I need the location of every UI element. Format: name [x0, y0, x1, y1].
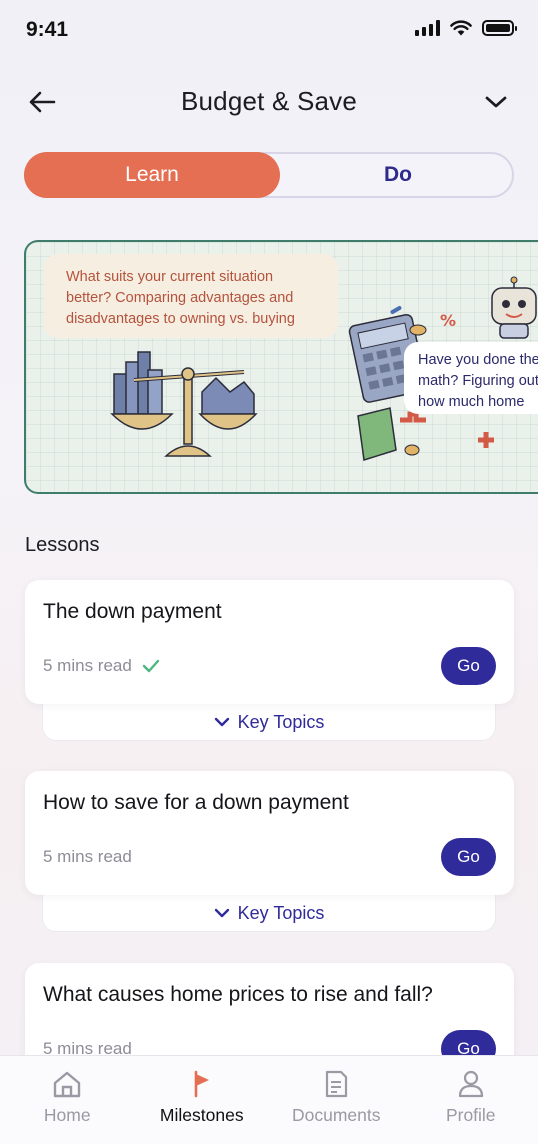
lessons-heading: Lessons — [25, 534, 100, 556]
nav-item-documents[interactable]: Documents — [269, 1056, 404, 1144]
tab-learn[interactable]: Learn — [24, 152, 280, 198]
read-time: 5 mins read — [43, 847, 132, 866]
chevron-down-icon — [214, 717, 229, 727]
chevron-down-icon — [214, 908, 229, 918]
key-topics-toggle[interactable]: Key Topics — [42, 704, 496, 741]
nav-label: Documents — [291, 1105, 381, 1125]
page-title: Budget & Save — [180, 86, 358, 116]
svg-text:%: % — [440, 311, 456, 330]
key-topics-label: Key Topics — [237, 711, 325, 732]
document-icon — [326, 1070, 348, 1098]
header: Budget & Save — [0, 75, 538, 129]
bottom-navigation: Home Milestones Documents Profile — [0, 1055, 538, 1144]
lesson-title: The down payment — [43, 600, 222, 623]
banner-card-text: Have you done the math? Figuring out how… — [404, 342, 538, 414]
nav-item-profile[interactable]: Profile — [404, 1056, 538, 1144]
expand-menu-button[interactable] — [476, 85, 516, 119]
status-bar: 9:41 — [0, 0, 538, 60]
lesson-meta: 5 mins read — [43, 847, 132, 867]
go-button[interactable]: Go — [441, 838, 496, 876]
lesson-title: What causes home prices to rise and fall… — [43, 983, 433, 1006]
flag-icon — [194, 1070, 209, 1098]
nav-label: Milestones — [159, 1105, 244, 1125]
status-icons — [415, 20, 517, 36]
lesson-card[interactable]: How to save for a down payment 5 mins re… — [25, 771, 514, 895]
home-icon — [54, 1071, 81, 1098]
banner-card-text: What suits your current situation better… — [44, 254, 338, 338]
plus-decoration-icon — [478, 432, 494, 448]
status-time: 9:41 — [26, 18, 69, 41]
tab-do[interactable]: Do — [280, 152, 516, 198]
key-topics-label: Key Topics — [237, 902, 325, 923]
key-topics-toggle[interactable]: Key Topics — [42, 895, 496, 932]
lesson-meta: 5 mins read — [43, 656, 160, 676]
chevron-down-icon — [485, 96, 507, 108]
lesson-title: How to save for a down payment — [43, 791, 349, 814]
read-time: 5 mins read — [43, 656, 132, 675]
nav-label: Profile — [445, 1105, 496, 1125]
robot-mascot-illustration — [491, 276, 537, 339]
nav-label: Home — [43, 1105, 91, 1125]
learn-do-toggle: Learn Do — [24, 152, 514, 198]
go-button[interactable]: Go — [441, 647, 496, 685]
nav-item-milestones[interactable]: Milestones — [135, 1056, 270, 1144]
featured-banner[interactable]: What suits your current situation better… — [24, 240, 538, 494]
profile-icon — [458, 1070, 483, 1098]
wifi-icon — [450, 20, 472, 36]
nav-item-home[interactable]: Home — [0, 1056, 135, 1144]
lesson-card[interactable]: The down payment 5 mins read Go — [25, 580, 514, 704]
balance-scale-illustration — [110, 351, 258, 457]
cellular-signal-icon — [415, 20, 440, 36]
checkmark-icon — [142, 659, 160, 673]
battery-icon — [482, 20, 517, 36]
